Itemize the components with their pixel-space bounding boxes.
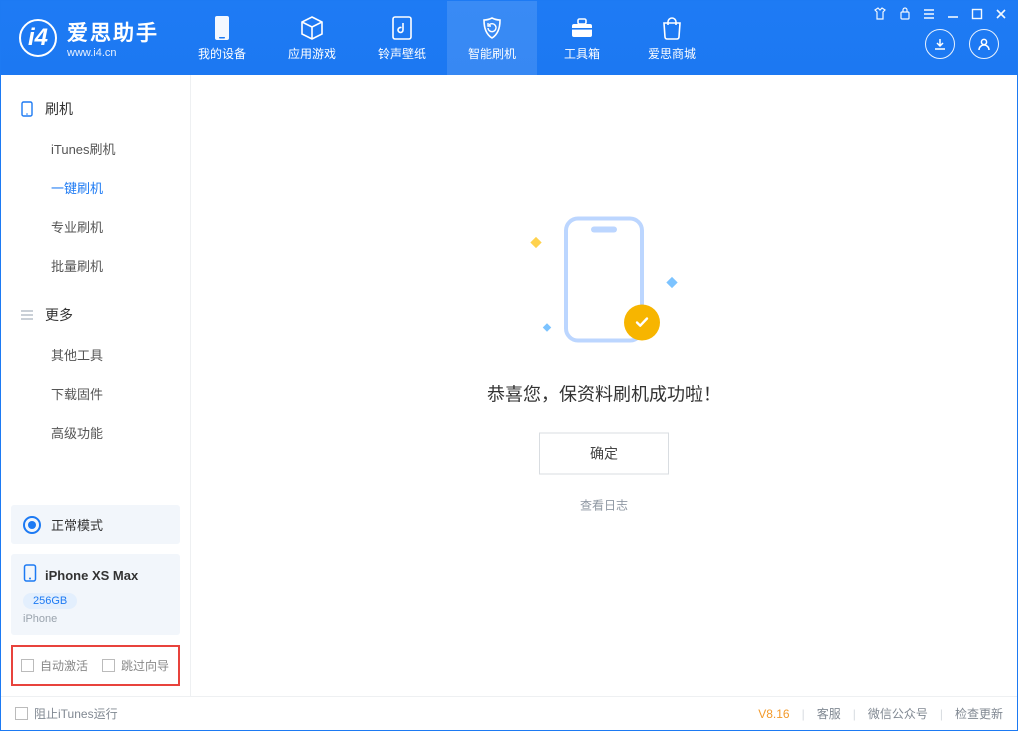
tab-label: 爱思商城 [648,45,696,62]
sidebar-item-batch-flash[interactable]: 批量刷机 [1,246,190,285]
spark-icon [543,323,551,331]
user-button[interactable] [969,29,999,59]
toolbox-icon [569,15,595,41]
checkbox-icon [15,707,28,720]
app-window: i4 爱思助手 www.i4.cn 我的设备 应用游戏 铃声壁纸 智能刷机 [0,0,1018,731]
link-customer-service[interactable]: 客服 [817,705,841,722]
cube-icon [299,15,325,41]
status-right: V8.16 | 客服 | 微信公众号 | 检查更新 [758,705,1003,722]
device-subtype: iPhone [23,613,168,625]
titlebar: i4 爱思助手 www.i4.cn 我的设备 应用游戏 铃声壁纸 智能刷机 [1,1,1017,75]
link-wechat[interactable]: 微信公众号 [868,705,928,722]
tab-label: 铃声壁纸 [378,45,426,62]
success-panel: 恭喜您，保资料刷机成功啦！ 确定 查看日志 [394,208,814,513]
sidebar-item-itunes-flash[interactable]: iTunes刷机 [1,129,190,168]
download-button[interactable] [925,29,955,59]
success-message: 恭喜您，保资料刷机成功啦！ [394,380,814,406]
mode-dot-icon [23,516,41,534]
device-icon [209,15,235,41]
tab-ringtones-wallpapers[interactable]: 铃声壁纸 [357,1,447,75]
tab-label: 我的设备 [198,45,246,62]
spark-icon [530,236,541,247]
sidebar-item-advanced[interactable]: 高级功能 [1,413,190,452]
options-row: 自动激活 跳过向导 [11,645,180,686]
app-name: 爱思助手 [67,17,159,47]
sidebar-bottom: 正常模式 iPhone XS Max 256GB iPhone 自动激活 [1,495,190,696]
mode-label: 正常模式 [51,515,103,534]
mode-card[interactable]: 正常模式 [11,505,180,544]
app-url: www.i4.cn [67,47,159,59]
tab-apps-games[interactable]: 应用游戏 [267,1,357,75]
device-card[interactable]: iPhone XS Max 256GB iPhone [11,554,180,635]
lock-icon[interactable] [899,7,911,23]
brand-text: 爱思助手 www.i4.cn [67,17,159,59]
separator: | [853,707,856,721]
sidebar-item-other-tools[interactable]: 其他工具 [1,335,190,374]
nav-tabs: 我的设备 应用游戏 铃声壁纸 智能刷机 工具箱 爱思商城 [177,1,717,75]
sidebar-group-more: 更多 [1,295,190,335]
window-controls [873,7,1007,23]
maximize-button[interactable] [971,8,983,23]
brand: i4 爱思助手 www.i4.cn [1,1,177,75]
group-title: 刷机 [45,99,73,119]
sidebar: 刷机 iTunes刷机 一键刷机 专业刷机 批量刷机 更多 其他工具 下载固件 … [1,75,191,696]
checkbox-icon [102,659,115,672]
checkbox-label: 跳过向导 [121,657,169,674]
checkbox-block-itunes[interactable]: 阻止iTunes运行 [15,705,118,722]
minimize-button[interactable] [947,8,959,23]
separator: | [940,707,943,721]
link-check-update[interactable]: 检查更新 [955,705,1003,722]
device-phone-icon [23,564,37,587]
sidebar-item-one-click-flash[interactable]: 一键刷机 [1,168,190,207]
view-log-link[interactable]: 查看日志 [394,496,814,513]
round-buttons [925,29,999,59]
sidebar-group-flash: 刷机 [1,89,190,129]
version-label: V8.16 [758,707,789,721]
device-capacity: 256GB [23,593,77,609]
close-button[interactable] [995,8,1007,23]
tab-toolbox[interactable]: 工具箱 [537,1,627,75]
more-icon [19,307,35,323]
tab-label: 工具箱 [564,45,600,62]
tab-my-device[interactable]: 我的设备 [177,1,267,75]
tab-label: 应用游戏 [288,45,336,62]
checkbox-label: 阻止iTunes运行 [34,705,118,722]
statusbar: 阻止iTunes运行 V8.16 | 客服 | 微信公众号 | 检查更新 [1,696,1017,730]
success-illustration [514,208,694,358]
sidebar-item-download-firmware[interactable]: 下载固件 [1,374,190,413]
menu-icon[interactable] [923,8,935,23]
checkbox-skip-guide[interactable]: 跳过向导 [102,657,169,674]
separator: | [802,707,805,721]
group-title: 更多 [45,305,73,325]
checkbox-label: 自动激活 [40,657,88,674]
logo-icon: i4 [19,19,57,57]
checkbox-icon [21,659,34,672]
body: 刷机 iTunes刷机 一键刷机 专业刷机 批量刷机 更多 其他工具 下载固件 … [1,75,1017,696]
phone-icon [19,101,35,117]
shield-refresh-icon [479,15,505,41]
titlebar-right [873,1,1017,75]
status-left: 阻止iTunes运行 [15,705,118,722]
ok-button[interactable]: 确定 [539,432,669,474]
tab-smart-flash[interactable]: 智能刷机 [447,1,537,75]
bag-icon [659,15,685,41]
device-name: iPhone XS Max [45,568,138,583]
checkbox-auto-activate[interactable]: 自动激活 [21,657,88,674]
tab-label: 智能刷机 [468,45,516,62]
sidebar-scroll: 刷机 iTunes刷机 一键刷机 专业刷机 批量刷机 更多 其他工具 下载固件 … [1,75,190,495]
check-badge-icon [624,304,660,340]
music-file-icon [389,15,415,41]
tab-store[interactable]: 爱思商城 [627,1,717,75]
shirt-icon[interactable] [873,7,887,23]
main-content: 恭喜您，保资料刷机成功啦！ 确定 查看日志 [191,75,1017,696]
sidebar-item-pro-flash[interactable]: 专业刷机 [1,207,190,246]
spark-icon [666,276,677,287]
